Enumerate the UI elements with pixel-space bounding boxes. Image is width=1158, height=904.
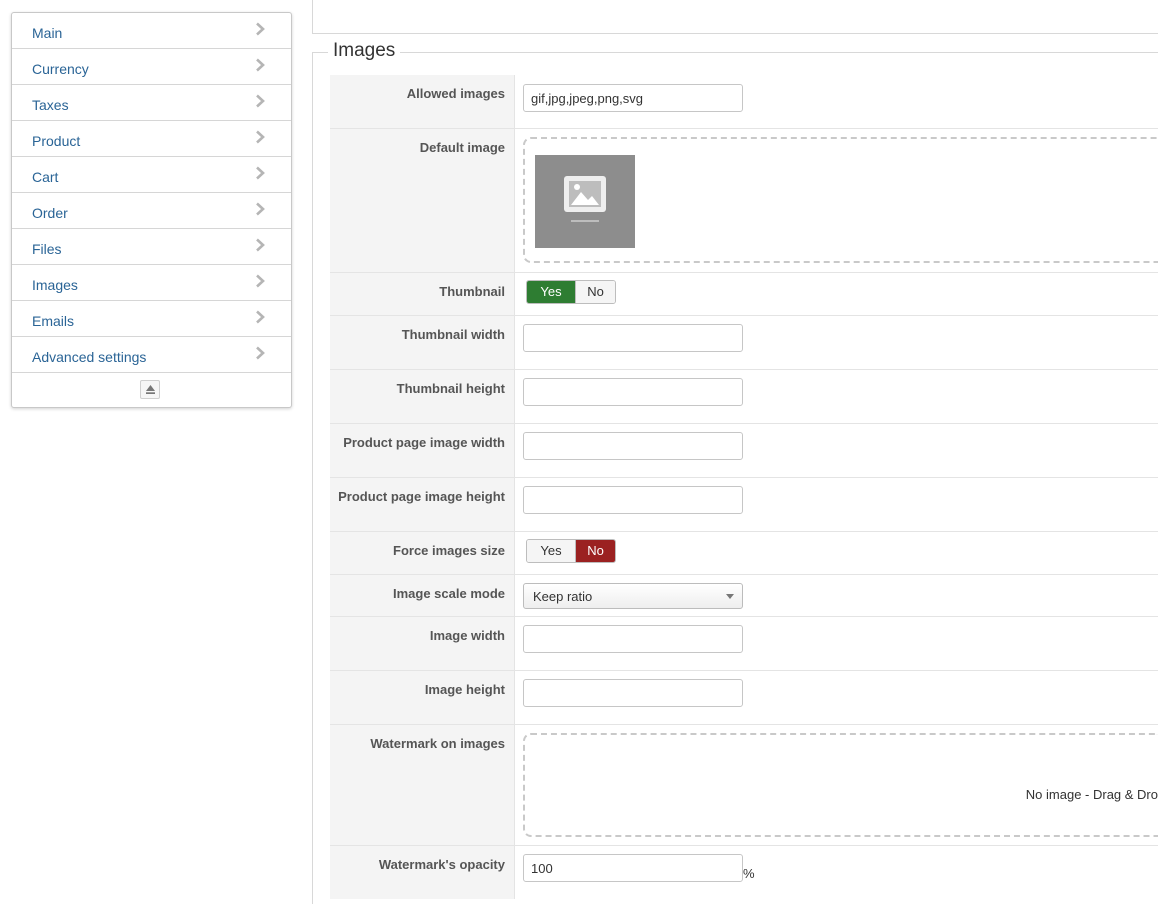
field-label: Watermark on images (330, 725, 515, 845)
field-label: Watermark's opacity (330, 846, 515, 899)
image-scale-mode-select[interactable]: Keep ratio (523, 583, 743, 609)
chevron-right-icon (256, 166, 265, 180)
force-images-size-yes-button[interactable]: Yes (527, 540, 575, 562)
row-thumbnail: Thumbnail Yes No (330, 273, 1158, 316)
field-label: Allowed images (330, 75, 515, 128)
sidebar-item-order[interactable]: Order (12, 193, 291, 229)
eject-icon (146, 385, 155, 394)
row-watermark: Watermark on images No image - Drag & Dr… (330, 725, 1158, 846)
percent-unit: % (743, 866, 755, 881)
default-image-dropzone[interactable] (523, 137, 1158, 263)
force-images-size-toggle[interactable]: Yes No (526, 539, 616, 563)
chevron-right-icon (256, 94, 265, 108)
sidebar-item-label: Files (32, 241, 62, 257)
watermark-opacity-input[interactable] (523, 854, 743, 882)
sidebar-item-images[interactable]: Images (12, 265, 291, 301)
image-height-input[interactable] (523, 679, 743, 707)
force-images-size-no-button[interactable]: No (575, 540, 615, 562)
sidebar-item-currency[interactable]: Currency (12, 49, 291, 85)
row-product-page-image-height: Product page image height (330, 478, 1158, 532)
sidebar-item-label: Product (32, 133, 81, 149)
watermark-dropzone[interactable]: No image - Drag & Dro (523, 733, 1158, 837)
field-label: Product page image height (330, 478, 515, 531)
thumbnail-width-input[interactable] (523, 324, 743, 352)
row-image-height: Image height (330, 671, 1158, 725)
image-placeholder-icon (564, 176, 606, 222)
field-label: Default image (330, 129, 515, 272)
row-watermark-opacity: Watermark's opacity % (330, 846, 1158, 899)
sidebar-footer (12, 373, 291, 408)
field-label: Thumbnail width (330, 316, 515, 369)
field-label: Force images size (330, 532, 515, 574)
sidebar-item-files[interactable]: Files (12, 229, 291, 265)
sidebar-item-label: Order (32, 205, 68, 221)
sidebar-item-taxes[interactable]: Taxes (12, 85, 291, 121)
row-allowed-images: Allowed images (330, 75, 1158, 129)
field-label: Image width (330, 617, 515, 670)
image-scale-mode-value: Keep ratio (533, 589, 593, 604)
sidebar-item-advanced-settings[interactable]: Advanced settings (12, 337, 291, 373)
product-page-image-width-input[interactable] (523, 432, 743, 460)
sidebar-item-cart[interactable]: Cart (12, 157, 291, 193)
row-image-width: Image width (330, 617, 1158, 671)
sidebar-item-label: Emails (32, 313, 75, 329)
sidebar-item-label: Cart (32, 169, 59, 185)
sidebar-item-label: Images (32, 277, 78, 293)
field-label: Thumbnail height (330, 370, 515, 423)
thumbnail-height-input[interactable] (523, 378, 743, 406)
row-default-image: Default image (330, 129, 1158, 273)
chevron-right-icon (256, 346, 265, 360)
chevron-right-icon (256, 274, 265, 288)
sidebar-item-label: Main (32, 25, 63, 41)
watermark-dropzone-text: No image - Drag & Dro (1025, 787, 1158, 802)
default-image-thumbnail[interactable] (535, 155, 635, 248)
settings-sidebar: Main Currency Taxes Product Cart Order Files Im… (11, 12, 292, 408)
sidebar-item-label: Currency (32, 61, 89, 77)
chevron-right-icon (256, 130, 265, 144)
images-settings-form: Allowed images Default image Thu (330, 75, 1158, 899)
row-image-scale-mode: Image scale mode Keep ratio (330, 575, 1158, 617)
sidebar-item-label: Taxes (32, 97, 69, 113)
row-force-images-size: Force images size Yes No (330, 532, 1158, 575)
sidebar-item-emails[interactable]: Emails (12, 301, 291, 337)
field-label: Thumbnail (330, 273, 515, 315)
sidebar-item-product[interactable]: Product (12, 121, 291, 157)
chevron-right-icon (256, 310, 265, 324)
collapse-sidebar-button[interactable] (140, 380, 160, 399)
caret-down-icon (726, 594, 734, 599)
chevron-right-icon (256, 238, 265, 252)
product-page-image-height-input[interactable] (523, 486, 743, 514)
chevron-right-icon (256, 22, 265, 36)
sidebar-item-label: Advanced settings (32, 349, 147, 365)
chevron-right-icon (256, 202, 265, 216)
row-product-page-image-width: Product page image width (330, 424, 1158, 478)
row-thumbnail-width: Thumbnail width (330, 316, 1158, 370)
section-title: Images (328, 40, 401, 62)
sidebar-item-main[interactable]: Main (12, 13, 291, 49)
top-panel (312, 0, 1158, 34)
field-label: Product page image width (330, 424, 515, 477)
thumbnail-yes-button[interactable]: Yes (527, 281, 575, 303)
image-width-input[interactable] (523, 625, 743, 653)
field-label: Image scale mode (330, 575, 515, 616)
allowed-images-input[interactable] (523, 84, 743, 112)
chevron-right-icon (256, 58, 265, 72)
thumbnail-no-button[interactable]: No (575, 281, 615, 303)
thumbnail-toggle[interactable]: Yes No (526, 280, 616, 304)
field-label: Image height (330, 671, 515, 724)
row-thumbnail-height: Thumbnail height (330, 370, 1158, 424)
